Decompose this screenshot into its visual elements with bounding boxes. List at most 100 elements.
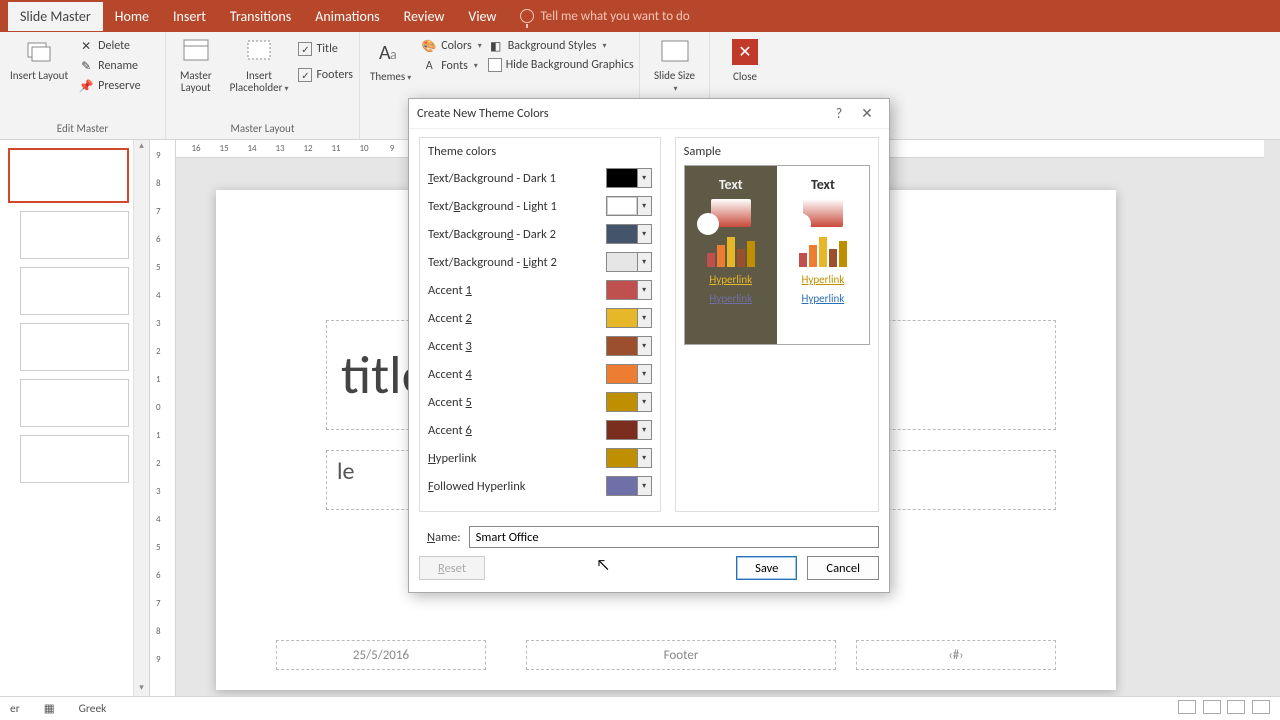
tell-me-label: Tell me what you want to do	[540, 9, 689, 24]
tab-review[interactable]: Review	[392, 2, 457, 31]
layout-thumbnail[interactable]	[20, 323, 129, 371]
tab-insert[interactable]: Insert	[161, 2, 218, 31]
rename-icon: ✎	[78, 58, 94, 74]
sample-preview: Text Hyperlink Hyperlink Text Hyperlink …	[684, 165, 870, 345]
color-swatch-dropdown[interactable]: ▾	[606, 364, 652, 384]
chevron-down-icon: ▾	[637, 421, 651, 439]
sample-chart-icon	[707, 233, 755, 267]
chevron-down-icon: ▾	[637, 393, 651, 411]
layout-thumbnail[interactable]	[20, 435, 129, 483]
normal-view-button[interactable]	[1178, 700, 1196, 714]
slideshow-view-button[interactable]	[1252, 700, 1270, 714]
preserve-button[interactable]: 📌Preserve	[78, 76, 140, 96]
tab-slide-master[interactable]: Slide Master	[8, 2, 103, 31]
chevron-down-icon: ▾	[637, 309, 651, 327]
sorter-view-button[interactable]	[1203, 700, 1221, 714]
master-layout-button[interactable]: Master Layout	[172, 34, 220, 96]
close-dialog-button[interactable]: ✕	[853, 105, 881, 122]
tell-me-search[interactable]: Tell me what you want to do	[508, 3, 701, 30]
themes-button[interactable]: Aa Themes▾	[366, 34, 415, 85]
thumbnail-scrollbar[interactable]: ▴ ▾	[133, 140, 149, 696]
reset-button: Reset	[419, 556, 485, 580]
chevron-down-icon: ▾	[637, 477, 651, 495]
tab-home[interactable]: Home	[103, 2, 161, 31]
bulb-icon	[520, 9, 534, 23]
footers-checkbox[interactable]: ✓ Footers	[298, 66, 353, 84]
reading-view-button[interactable]	[1227, 700, 1245, 714]
rename-button[interactable]: ✎ Rename	[78, 56, 140, 76]
master-thumbnail[interactable]	[8, 148, 129, 203]
chevron-down-icon: ▾	[637, 253, 651, 271]
group-label-edit-master: Edit Master	[6, 122, 159, 137]
color-swatch-dropdown[interactable]: ▾	[606, 392, 652, 412]
chevron-down-icon: ▾	[637, 197, 651, 215]
color-swatch-dropdown[interactable]: ▾	[606, 196, 652, 216]
colors-dropdown[interactable]: 🎨Colors▾	[421, 36, 482, 56]
chevron-down-icon: ▾	[637, 169, 651, 187]
view-buttons	[1174, 700, 1270, 718]
title-chk-label: Title	[316, 42, 337, 56]
background-styles-dropdown[interactable]: ◧Background Styles▾	[488, 36, 634, 56]
tab-transitions[interactable]: Transitions	[218, 2, 303, 31]
footers-chk-label: Footers	[316, 68, 353, 82]
checkbox-icon: ✓	[298, 68, 312, 82]
scroll-up-icon[interactable]: ▴	[134, 140, 149, 154]
chevron-down-icon: ▾	[637, 337, 651, 355]
footer-placeholder[interactable]: Footer	[526, 640, 836, 670]
hide-bg-checkbox[interactable]: Hide Background Graphics	[488, 56, 634, 74]
theme-color-label: Accent 3	[428, 339, 472, 354]
color-swatch-dropdown[interactable]: ▾	[606, 420, 652, 440]
color-swatch-dropdown[interactable]: ▾	[606, 308, 652, 328]
layout-thumbnail[interactable]	[20, 211, 129, 259]
theme-color-row: Accent 2▾	[428, 305, 652, 331]
insert-slide-master-button[interactable]	[6, 34, 72, 70]
theme-color-row: Accent 1▾	[428, 277, 652, 303]
color-swatch-dropdown[interactable]: ▾	[606, 168, 652, 188]
sample-chart-icon	[799, 233, 847, 267]
fonts-icon: A	[421, 58, 437, 74]
scroll-down-icon[interactable]: ▾	[134, 682, 149, 696]
theme-color-label: Hyperlink	[428, 451, 477, 466]
color-swatch-dropdown[interactable]: ▾	[606, 476, 652, 496]
fonts-dropdown[interactable]: AFonts▾	[421, 56, 482, 76]
theme-color-label: Text/Background - Light 1	[428, 199, 557, 214]
layout-thumbnail[interactable]	[20, 379, 129, 427]
rename-label: Rename	[98, 59, 138, 73]
sample-hyperlink: Hyperlink	[802, 273, 845, 286]
theme-colors-heading: Theme colors	[428, 144, 652, 159]
slide-size-button[interactable]: Slide Size▾	[650, 34, 699, 97]
slide-number-placeholder[interactable]: ‹#›	[856, 640, 1056, 670]
delete-button[interactable]: ✕Delete	[78, 36, 140, 56]
theme-name-input[interactable]	[469, 526, 879, 548]
sample-followed-hyperlink: Hyperlink	[802, 292, 845, 305]
date-placeholder[interactable]: 25/5/2016	[276, 640, 486, 670]
master-layout-label: Master Layout	[176, 70, 216, 94]
save-button[interactable]: Save	[736, 556, 797, 580]
color-swatch-dropdown[interactable]: ▾	[606, 448, 652, 468]
cancel-button[interactable]: Cancel	[807, 556, 879, 580]
theme-color-label: Accent 4	[428, 367, 472, 382]
language-status[interactable]: Greek	[79, 702, 107, 716]
color-swatch-dropdown[interactable]: ▾	[606, 336, 652, 356]
theme-color-label: Text/Background - Light 2	[428, 255, 557, 270]
preserve-label: Preserve	[98, 79, 140, 93]
theme-color-label: Accent 5	[428, 395, 472, 410]
insert-layout-button[interactable]: Insert Layout	[6, 68, 72, 84]
help-button[interactable]: ?	[825, 105, 853, 122]
insert-layout-label: Insert Layout	[10, 70, 68, 82]
color-swatch-dropdown[interactable]: ▾	[606, 224, 652, 244]
bg-styles-label: Background Styles	[508, 39, 597, 53]
theme-color-label: Text/Background - Dark 1	[428, 171, 556, 186]
tab-view[interactable]: View	[456, 2, 508, 31]
color-swatch-dropdown[interactable]: ▾	[606, 252, 652, 272]
tab-animations[interactable]: Animations	[303, 2, 391, 31]
chevron-down-icon: ▾	[637, 225, 651, 243]
status-icon: ▦	[44, 701, 55, 716]
sample-heading: Sample	[684, 144, 870, 159]
title-checkbox[interactable]: ✓Title	[298, 40, 353, 58]
layout-thumbnail[interactable]	[20, 267, 129, 315]
theme-color-label: Text/Background - Dark 2	[428, 227, 556, 242]
close-master-button[interactable]: ✕ Close	[725, 34, 765, 85]
color-swatch-dropdown[interactable]: ▾	[606, 280, 652, 300]
insert-placeholder-button[interactable]: Insert Placeholder▾	[226, 34, 293, 97]
